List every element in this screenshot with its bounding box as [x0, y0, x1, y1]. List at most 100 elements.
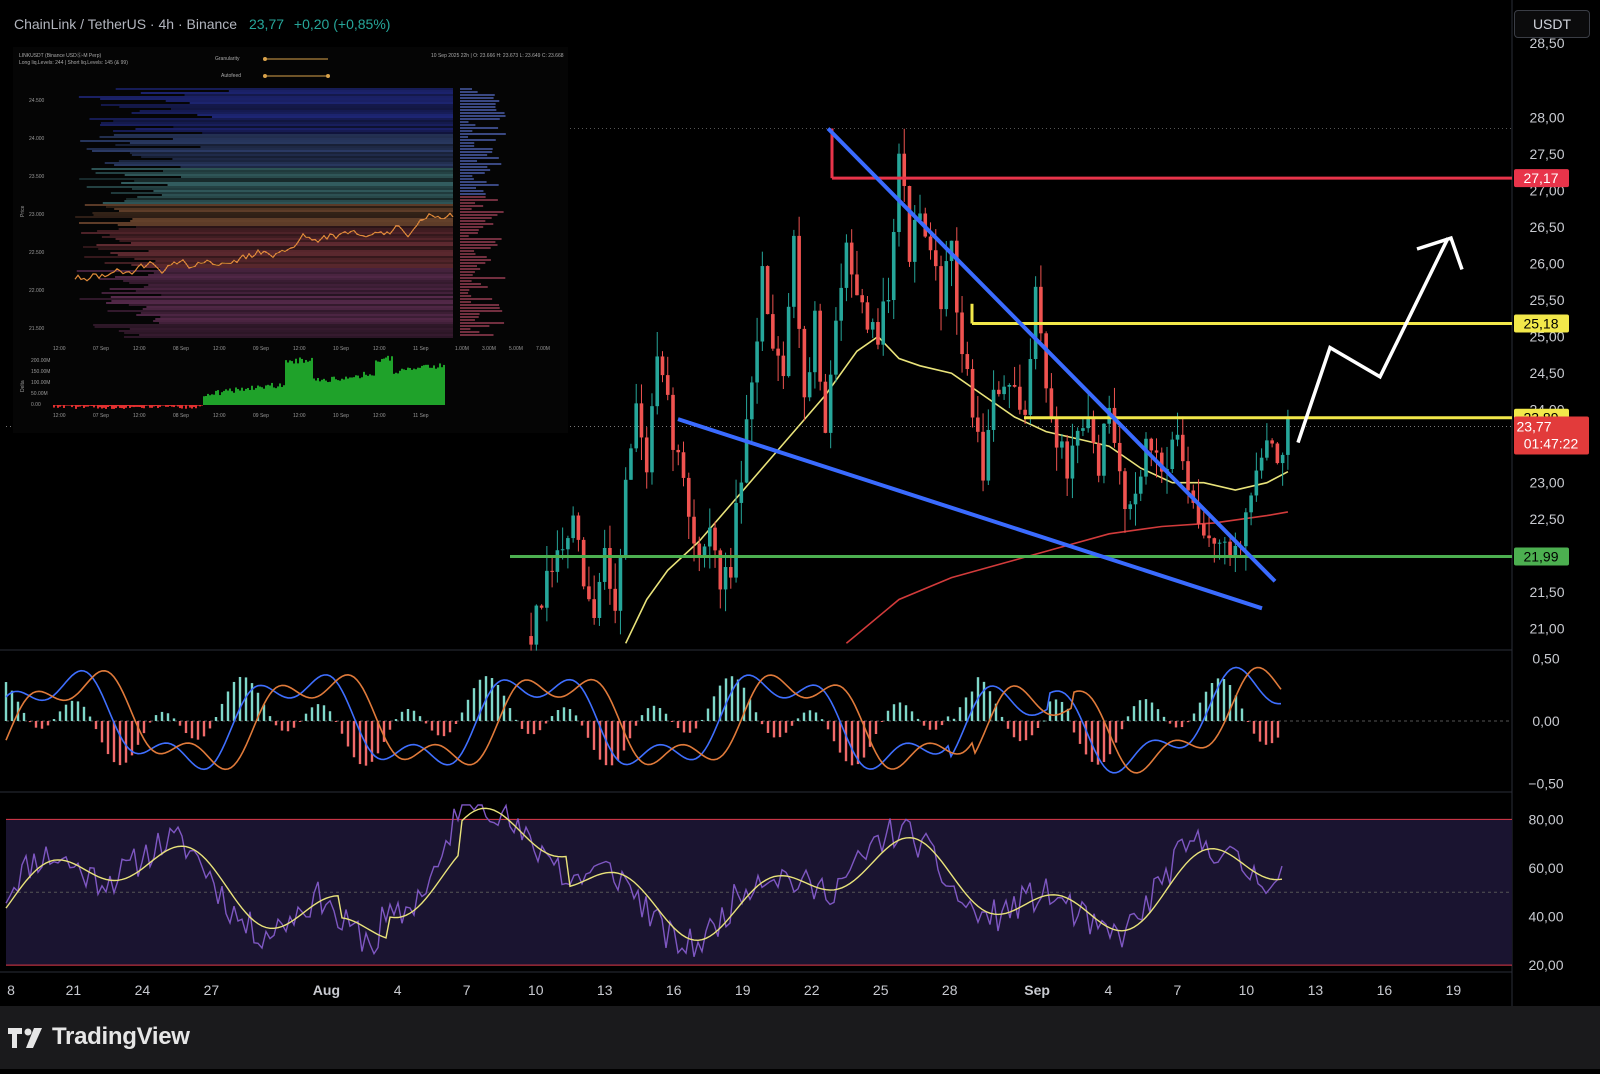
candle-body [1233, 545, 1238, 556]
inset-delta-bar [133, 405, 135, 408]
time-tick: 19 [1446, 982, 1462, 998]
candle-body [592, 599, 596, 618]
macd-hist-bar [1120, 721, 1124, 730]
macd-hist-bar [874, 721, 878, 735]
time-tick: 16 [1377, 982, 1393, 998]
inset-x-tick: 12:00 [293, 346, 306, 352]
inset-delta-bar [423, 365, 425, 405]
candle-body [933, 250, 938, 267]
macd-hist-bar [196, 721, 200, 740]
inset-delta-bar [291, 361, 293, 405]
inset-delta-bar [307, 361, 309, 405]
macd-hist-bar [64, 704, 68, 721]
inset-delta-bar [83, 405, 85, 408]
candle-body [1223, 541, 1227, 543]
candle-body [529, 636, 533, 645]
time-tick: 10 [528, 982, 544, 998]
macd-hist-bar [1000, 716, 1004, 721]
macd-hist-bar [646, 708, 650, 721]
macd-hist-bar [460, 712, 464, 721]
macd-hist-bar [82, 706, 86, 721]
inset-delta-bar [259, 386, 261, 405]
inset-price-tick: 22.000 [29, 288, 45, 294]
tradingview-logo-icon[interactable] [8, 1024, 48, 1050]
candle-body [986, 429, 991, 481]
candle-body [644, 437, 649, 473]
candle-body [965, 354, 970, 370]
inset-price-tick: 21.500 [29, 326, 45, 332]
inset-delta-bar [191, 405, 193, 409]
inset-delta-bar [315, 380, 317, 405]
macd-hist-bar [526, 721, 530, 734]
inset-delta-bar [385, 357, 387, 405]
inset-delta-bar [375, 360, 377, 405]
time-tick: 13 [597, 982, 613, 998]
candle-body [660, 356, 665, 376]
inset-delta-bar [331, 376, 333, 405]
candle-body [912, 219, 917, 262]
macd-hist-bar [112, 721, 116, 763]
price-tick: 25,50 [1529, 292, 1564, 308]
inset-delta-bar [197, 405, 199, 406]
candle-body [771, 314, 775, 349]
candle-body [865, 302, 870, 330]
candle-body [739, 482, 744, 503]
macd-hist-bar [694, 721, 698, 729]
inset-delta-bar [77, 405, 79, 407]
time-tick: 7 [1174, 982, 1182, 998]
macd-hist-bar [1132, 706, 1136, 721]
macd-hist-bar [916, 718, 920, 721]
macd-hist-bar [1270, 721, 1274, 744]
macd-hist-bar [538, 721, 542, 731]
candle-body [802, 328, 807, 398]
candle-body [618, 555, 623, 611]
macd-hist-bar [1162, 716, 1166, 721]
inset-delta-bar [341, 378, 343, 405]
inset-delta-bar [283, 385, 285, 405]
symbol-title[interactable]: ChainLink / TetherUS · 4h · Binance [14, 16, 237, 32]
macd-hist-bar [652, 705, 656, 721]
macd-tick: 0,50 [1532, 650, 1559, 666]
candle-body [928, 236, 933, 251]
inset-delta-bar [397, 373, 399, 405]
inset-delta-bar [161, 405, 163, 406]
inset-delta-bar [123, 405, 125, 409]
inset-delta-bar [233, 392, 235, 405]
inset-legend: Autofeed [221, 73, 241, 79]
rsi-tick: 20,00 [1528, 957, 1563, 973]
inset-x-tick: 10 Sep [333, 346, 349, 352]
macd-hist-bar [1186, 721, 1190, 723]
brand-name[interactable]: TradingView [52, 1023, 190, 1051]
candle-body [681, 452, 686, 478]
inset-delta-bar [207, 393, 209, 405]
time-tick: 7 [463, 982, 471, 998]
inset-delta-bar [427, 364, 429, 405]
inset-price-tick: 24.000 [29, 136, 45, 142]
inset-vol-tick: 3.00M [482, 346, 496, 352]
inset-delta-bar [441, 367, 443, 405]
inset-x-tick: 11 Sep [413, 346, 429, 352]
inset-delta-bar [439, 363, 441, 405]
macd-hist-bar [418, 716, 422, 721]
inset-delta-bar [195, 405, 197, 409]
last-price: 23,77 [248, 16, 285, 32]
macd-hist-bar [454, 721, 458, 724]
macd-hist-bar [886, 710, 890, 721]
candle-body [1091, 416, 1096, 443]
inset-delta-bar [333, 376, 335, 405]
inset-delta-bar [367, 375, 369, 405]
time-tick: 24 [135, 982, 151, 998]
inset-vol-tick: 7.00M [536, 346, 550, 352]
inset-delta-bar [421, 365, 423, 405]
inset-delta-bar [167, 405, 169, 407]
macd-hist-bar [1228, 684, 1232, 721]
macd-hist-bar [1114, 721, 1118, 743]
macd-hist-bar [154, 715, 158, 721]
macd-hist-bar [304, 713, 308, 721]
inset-delta-bar [215, 390, 217, 405]
currency-button[interactable]: USDT [1514, 10, 1590, 38]
inset-delta-bar [171, 405, 173, 407]
candle-body [560, 549, 565, 551]
macd-hist-bar [424, 721, 428, 724]
macd-hist-bar [1024, 721, 1028, 741]
